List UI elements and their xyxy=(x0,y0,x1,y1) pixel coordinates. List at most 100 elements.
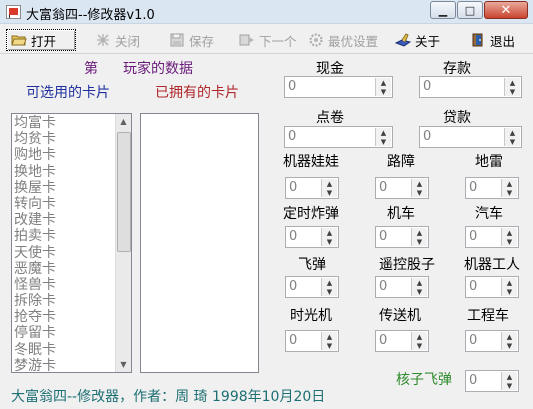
exit-button[interactable]: 退出 xyxy=(466,29,520,51)
nuclear-missile-down-icon[interactable]: ▼ xyxy=(502,381,517,390)
close-label: 关闭 xyxy=(115,33,141,49)
loan-label: 贷款 xyxy=(443,110,471,126)
exit-label: 退出 xyxy=(490,33,516,49)
motorcycle-input[interactable]: 0 ▲ ▼ xyxy=(375,226,429,248)
robot-doll-down-icon[interactable]: ▼ xyxy=(322,188,337,197)
list-item[interactable]: 换地卡 xyxy=(13,164,56,180)
robot-worker-label: 机器工人 xyxy=(464,257,520,273)
about-button[interactable]: 关于 xyxy=(391,29,443,51)
roadblock-input[interactable]: 0 ▲ ▼ xyxy=(375,177,429,199)
time-bomb-input[interactable]: 0 ▲ ▼ xyxy=(285,226,339,248)
optimize-button[interactable]: 最优设置 xyxy=(304,29,380,51)
open-button[interactable]: 打开 xyxy=(6,29,76,51)
points-label: 点卷 xyxy=(316,110,344,126)
scroll-up-icon[interactable]: ▲ xyxy=(116,114,131,129)
scroll-thumb[interactable] xyxy=(117,132,131,252)
author-credit: 大富翁四--修改器，作者：周 琦 1998年10月20日 xyxy=(11,389,326,405)
list-item[interactable]: 均贫卡 xyxy=(13,131,56,147)
teleporter-down-icon[interactable]: ▼ xyxy=(412,341,427,350)
loan-down-icon[interactable]: ▼ xyxy=(505,137,520,146)
robot-doll-label: 机器娃娃 xyxy=(283,154,339,170)
available-cards-items: 均富卡 均贫卡 购地卡 换地卡 换屋卡 转向卡 改建卡 拍卖卡 天使卡 恶魔卡 怪兽卡 拆除卡 抢夺卡停… xyxy=(13,115,56,372)
time-machine-value: 0 xyxy=(289,333,298,348)
list-item[interactable]: 拆除卡 xyxy=(13,293,56,309)
missile-input[interactable]: 0 ▲ ▼ xyxy=(285,276,339,298)
scroll-down-icon[interactable]: ▼ xyxy=(116,357,131,372)
list-item[interactable]: 换屋卡 xyxy=(13,180,56,196)
list-item[interactable]: 购地卡 xyxy=(13,147,56,163)
mine-input[interactable]: 0 ▲ ▼ xyxy=(465,177,519,199)
time-bomb-down-icon[interactable]: ▼ xyxy=(322,237,337,246)
list-item[interactable]: 拍卖卡 xyxy=(13,228,56,244)
exit-door-icon xyxy=(470,33,486,47)
next-button[interactable]: 下一个 xyxy=(235,29,299,51)
nuclear-missile-value: 0 xyxy=(469,373,478,388)
cash-input[interactable]: 0 ▲ ▼ xyxy=(284,76,393,98)
available-cards-list[interactable]: 均富卡 均贫卡 购地卡 换地卡 换屋卡 转向卡 改建卡 拍卖卡 天使卡 恶魔卡 怪兽卡 拆除卡 抢夺卡停… xyxy=(11,113,132,373)
maximize-icon: □ xyxy=(464,3,476,17)
points-down-icon[interactable]: ▼ xyxy=(376,137,391,146)
engineering-car-input[interactable]: 0 ▲ ▼ xyxy=(465,330,519,352)
close-icon: ✕ xyxy=(500,2,512,18)
list-item[interactable]: 停留卡 xyxy=(13,325,56,341)
list-item[interactable]: 恶魔卡 xyxy=(13,261,56,277)
available-cards-label: 可选用的卡片 xyxy=(26,85,110,101)
loan-input[interactable]: 0 ▲ ▼ xyxy=(419,126,522,148)
optimize-label: 最优设置 xyxy=(328,33,379,49)
about-icon xyxy=(394,33,412,47)
list-item[interactable]: 天使卡 xyxy=(13,245,56,261)
time-machine-input[interactable]: 0 ▲ ▼ xyxy=(285,330,339,352)
robot-worker-down-icon[interactable]: ▼ xyxy=(502,287,517,296)
mine-down-icon[interactable]: ▼ xyxy=(502,188,517,197)
deposit-label: 存款 xyxy=(443,61,471,77)
time-bomb-value: 0 xyxy=(289,229,298,244)
car-input[interactable]: 0 ▲ ▼ xyxy=(465,226,519,248)
deposit-input[interactable]: 0 ▲ ▼ xyxy=(419,76,522,98)
app-icon xyxy=(6,5,21,19)
car-down-icon[interactable]: ▼ xyxy=(502,237,517,246)
list-item[interactable]: 转向卡 xyxy=(13,196,56,212)
mine-value: 0 xyxy=(469,180,478,195)
window-title: 大富翁四--修改器v1.0 xyxy=(26,8,155,23)
available-cards-scrollbar[interactable]: ▲ ▼ xyxy=(115,114,131,372)
close-file-button[interactable]: 关闭 xyxy=(91,29,147,51)
save-button[interactable]: 保存 xyxy=(165,29,221,51)
motorcycle-down-icon[interactable]: ▼ xyxy=(412,237,427,246)
points-input[interactable]: 0 ▲ ▼ xyxy=(284,126,393,148)
roadblock-down-icon[interactable]: ▼ xyxy=(412,188,427,197)
minimize-button[interactable]: ▁ xyxy=(430,1,456,19)
missile-down-icon[interactable]: ▼ xyxy=(322,287,337,296)
open-folder-icon xyxy=(11,33,27,47)
list-item[interactable]: 均富卡 xyxy=(13,115,56,131)
engineering-car-down-icon[interactable]: ▼ xyxy=(502,341,517,350)
roadblock-value: 0 xyxy=(379,180,388,195)
robot-worker-value: 0 xyxy=(469,279,478,294)
list-item[interactable]: 冬眠卡 xyxy=(13,342,56,358)
missile-value: 0 xyxy=(289,279,298,294)
robot-doll-input[interactable]: 0 ▲ ▼ xyxy=(285,177,339,199)
list-item[interactable]: 怪兽卡 xyxy=(13,277,56,293)
remote-dice-input[interactable]: 0 ▲ ▼ xyxy=(375,276,429,298)
close-x-icon xyxy=(95,33,111,47)
deposit-down-icon[interactable]: ▼ xyxy=(505,87,520,96)
remote-dice-down-icon[interactable]: ▼ xyxy=(412,287,427,296)
list-item[interactable]: 改建卡 xyxy=(13,212,56,228)
deposit-value: 0 xyxy=(423,79,432,94)
open-label: 打开 xyxy=(31,33,57,49)
save-label: 保存 xyxy=(189,33,215,49)
cash-label: 现金 xyxy=(316,61,344,77)
missile-label: 飞弹 xyxy=(298,257,326,273)
cash-down-icon[interactable]: ▼ xyxy=(376,87,391,96)
loan-value: 0 xyxy=(423,129,432,144)
title-bar[interactable]: 大富翁四--修改器v1.0 ▁ □ ✕ xyxy=(0,0,533,24)
owned-cards-list[interactable] xyxy=(140,113,259,373)
teleporter-input[interactable]: 0 ▲ ▼ xyxy=(375,330,429,352)
maximize-button[interactable]: □ xyxy=(457,1,483,19)
toolbar: 打开 关闭 保存 下一个 最优设置 关于 退出 xyxy=(0,26,533,54)
list-item[interactable]: 抢夺卡 xyxy=(13,309,56,325)
nuclear-missile-input[interactable]: 0 ▲ ▼ xyxy=(465,370,519,392)
close-window-button[interactable]: ✕ xyxy=(484,1,528,19)
list-item[interactable]: 梦游卡 xyxy=(13,358,56,372)
time-machine-down-icon[interactable]: ▼ xyxy=(322,341,337,350)
robot-worker-input[interactable]: 0 ▲ ▼ xyxy=(465,276,519,298)
